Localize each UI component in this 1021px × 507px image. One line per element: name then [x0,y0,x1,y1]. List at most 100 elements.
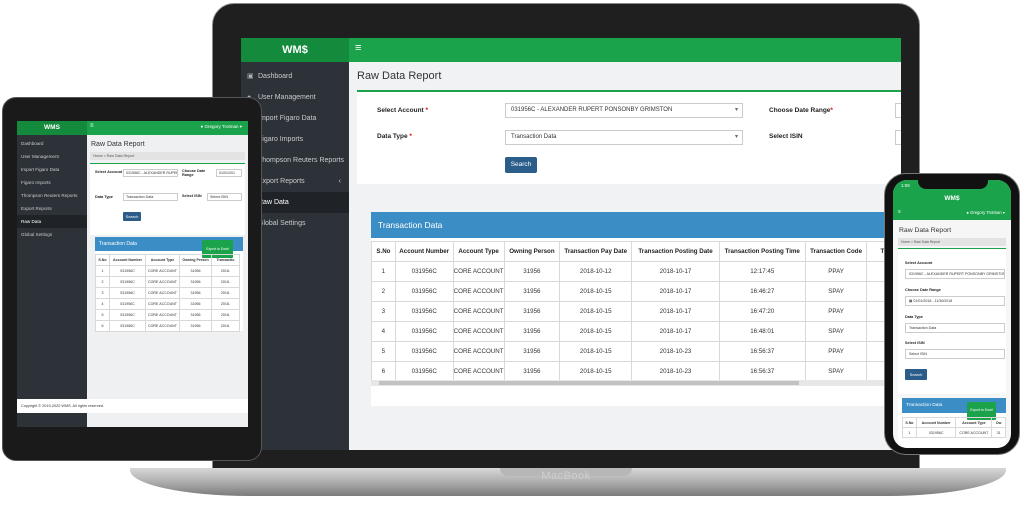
table-cell: 31956 [179,265,212,277]
table-cell: 6 [371,361,396,382]
isin-select[interactable] [895,130,901,145]
main-content: Raw Data Report Home > Raw Data Report S… [87,135,248,427]
search-button[interactable]: Search [123,212,141,221]
date-range-input[interactable] [895,103,901,118]
column-header[interactable]: Transaction Posting Date [631,241,720,262]
column-header[interactable]: S.No [95,254,110,266]
user-menu[interactable]: ● Gregory Trotman ▾ [200,124,242,130]
table-cell: 5 [95,309,110,321]
table-cell: 31956 [179,287,212,299]
user-menu[interactable]: ● Gregory Trotman ▾ [966,210,1005,215]
breadcrumb[interactable]: Home > Raw Data Report [90,152,245,160]
table-cell: SPAY [804,361,868,382]
column-header[interactable]: Account Type [145,254,180,266]
table-header-row: S.No Account Number Account Type Owning … [95,254,240,266]
column-header[interactable]: Ow [991,417,1006,428]
sidebar-item-raw-data[interactable]: Raw Data [17,215,87,228]
table-cell: 16:47:20 [718,301,806,322]
horizontal-scrollbar[interactable] [371,380,901,386]
table-cell: 1 [902,427,917,438]
dashboard-icon: ▣ [247,73,254,80]
table-cell: CORE ACCOUNT [145,309,180,321]
sidebar-item-global-settings[interactable]: Global Settings [17,228,87,241]
column-header[interactable]: Account Type [955,417,993,428]
column-header[interactable]: S.No [902,417,917,428]
table-cell: CORE ACCOUNT [955,427,993,438]
table-cell: 2018- [211,298,240,310]
table-cell: 31 [991,427,1006,438]
column-header[interactable]: Owning Person [179,254,212,266]
data-type-select[interactable]: Transaction Data [123,193,178,201]
sidebar-item-import-figaro-data[interactable]: Import Figaro Data [17,163,87,176]
column-header[interactable]: S.No [371,241,396,262]
account-select[interactable]: 031956C - ALEXANDER RUPERT PONSONBY [123,169,178,177]
sidebar-item-dashboard[interactable]: ▣ Dashboard [241,66,349,87]
table-cell: 31956 [179,320,212,332]
sidebar: Dashboard User Management Import Figaro … [17,135,87,427]
app-logo[interactable]: WM$ [241,38,349,62]
data-type-select[interactable]: Transaction Data [905,323,1005,333]
column-header[interactable]: Transaction Pay Date [559,241,633,262]
table-row: 3 031956C CORE ACCOUNT 31956 2018- [95,287,240,299]
table-cell: 16:48:01 [718,321,806,342]
table-cell: 031956C [109,265,146,277]
sidebar-item-export-reports[interactable]: Export Reports [17,202,87,215]
column-header[interactable]: Transactio [211,254,240,266]
table-cell: CORE ACCOUNT [145,320,180,332]
sidebar-item-figaro-imports[interactable]: Figaro Imports [17,176,87,189]
main-content: Raw Data Report Select Account * 031956C… [349,62,901,450]
column-header[interactable]: Account Number [915,417,957,428]
table-row: 6 031956C CORE ACCOUNT 31956 2018-10-15 2018-… [371,361,901,382]
scrollbar-thumb[interactable] [379,381,799,385]
sidebar-item-dashboard[interactable]: Dashboard [17,137,87,150]
table-row: 2 031956C CORE ACCOUNT 31956 2018- [95,276,240,288]
column-header[interactable]: Account Number [109,254,146,266]
app-logo[interactable]: WM$ [893,191,1011,207]
search-button[interactable]: Search [505,157,537,173]
date-range-input[interactable]: ▦ 01/01/2018 - 11/30/2018 [905,296,1005,306]
account-label: Select Account [905,261,933,265]
table-cell: 031956C [394,281,454,302]
breadcrumb[interactable]: Home > Raw Data Report [898,238,1006,246]
column-header[interactable]: Account Type [452,241,505,262]
table-cell: CORE ACCOUNT [145,265,180,277]
app-logo[interactable]: WMS [17,121,87,135]
phone-notch [918,180,988,189]
table-cell: CORE ACCOUNT [452,301,505,322]
table-cell: 31956 [503,301,561,322]
column-header[interactable]: Owning Person [503,241,561,262]
sidebar-item-thompson-reuters-reports[interactable]: Thompson Reuters Reports [17,189,87,202]
hamburger-icon[interactable]: ≡ [898,209,901,215]
table-header-row: S.No Account Number Account Type Owning … [371,241,901,262]
account-label: Select Account * [377,107,429,114]
table-cell: 4 [95,298,110,310]
hamburger-icon[interactable]: ≡ [90,123,94,129]
account-select[interactable]: 031956C - ALEXANDER RUPERT PONSONBY GRIM… [505,103,743,118]
column-header[interactable]: Transaction Posting Time [718,241,806,262]
table-cell: 31956 [503,261,561,282]
table-cell: 2018-10-12 [559,261,633,282]
isin-select[interactable]: Select ISIN [905,349,1005,359]
hamburger-icon[interactable]: ≡ [355,42,361,54]
table-row: 2 031956C CORE ACCOUNT 31956 2018-10-15 2018-… [371,281,901,302]
table-cell: CORE ACCOUNT [452,341,505,362]
column-header[interactable]: Account Number [394,241,454,262]
table-cell: 2018-10-23 [631,361,720,382]
account-select[interactable]: 031956C - ALEXANDER RUPERT PONSONBY GRIM… [905,269,1005,279]
table-cell: CORE ACCOUNT [452,361,505,382]
table-cell: 2018- [211,287,240,299]
avatar: ● [200,124,204,129]
table-row: 1 031956C CORE ACCOUNT 31956 2018- [95,265,240,277]
table-cell: 31956 [179,298,212,310]
column-header[interactable]: Transaction Code [804,241,868,262]
isin-select[interactable]: Select ISIN [207,193,242,201]
table-cell: 2018-10-17 [631,301,720,322]
table-cell: CORE ACCOUNT [145,287,180,299]
table-row: 3 031956C CORE ACCOUNT 31956 2018-10-15 2018-… [371,301,901,322]
sidebar-item-user-management[interactable]: User Management [17,150,87,163]
phone-screen: 1:09 WM$ ≡ ● Gregory Trotman ▾ Raw Data … [893,180,1011,448]
search-button[interactable]: Search [905,369,927,380]
data-type-label: Data Type [905,315,923,319]
date-range-input[interactable]: 01/01/201 [216,169,242,177]
data-type-select[interactable]: Transaction Data ▾ [505,130,743,145]
